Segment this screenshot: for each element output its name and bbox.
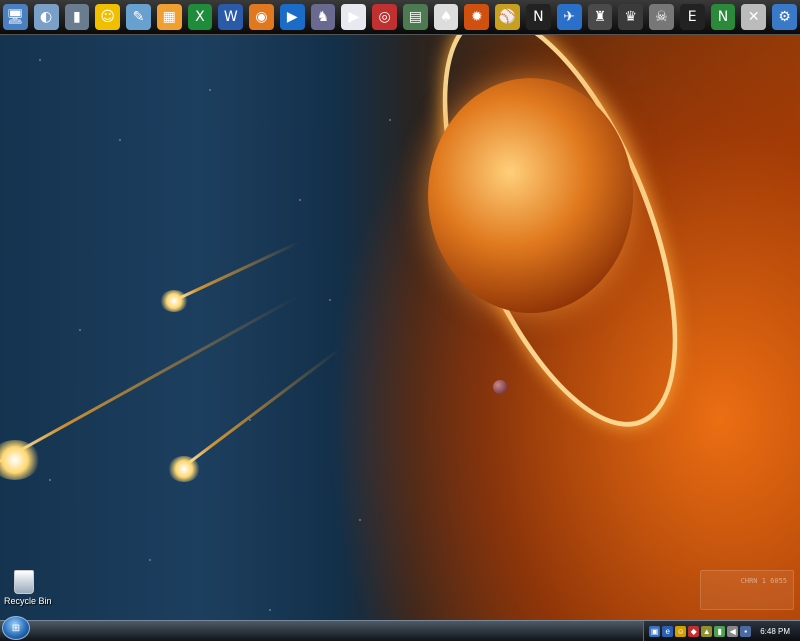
- sun-game-icon[interactable]: ✹: [464, 4, 490, 30]
- clock[interactable]: 6:48 PM: [760, 627, 790, 636]
- computer-icon[interactable]: 🖥: [3, 4, 28, 30]
- nascar-icon[interactable]: N: [526, 4, 551, 30]
- meteor-head: [168, 456, 200, 482]
- recycle-bin-shortcut[interactable]: Recycle Bin: [4, 570, 52, 606]
- gadget-text: CHRN 1 6055: [740, 577, 787, 585]
- recycle-bin-icon: [14, 570, 34, 594]
- settings-gear-icon[interactable]: ⚙: [772, 4, 797, 30]
- meteor-head: [160, 290, 188, 312]
- star-field: [0, 0, 800, 640]
- warhammer-icon[interactable]: ♛: [618, 4, 644, 30]
- messenger-icon[interactable]: ☺: [95, 4, 121, 30]
- sports-game-icon[interactable]: ⚾: [495, 4, 521, 30]
- quick-launch-toolbar: 🖥 ◐ ▮ ☺ ✎ ▦ X W ◉ ▶ ♞ ▶ ◎ ▤ ♠ ✹ ⚾ N ✈ ♜ ♛ ☠ E N ✕ ⚙: [0, 0, 800, 35]
- warcraft-icon[interactable]: ♞: [310, 4, 336, 30]
- windows-logo-icon: ⊞: [11, 622, 21, 634]
- taskbar: ⊞ ▣ e ☺ ◆ ▲ ▮ ◀ ▪ 6:48 PM: [0, 616, 800, 641]
- play-icon[interactable]: ▶: [341, 4, 367, 30]
- start-button[interactable]: ⊞: [2, 616, 30, 640]
- recycle-bin-label: Recycle Bin: [4, 596, 52, 606]
- ie-tray-icon[interactable]: e: [662, 625, 674, 637]
- system-tray: ▣ e ☺ ◆ ▲ ▮ ◀ ▪ 6:48 PM: [643, 621, 800, 641]
- network-tray-icon[interactable]: ▣: [649, 625, 661, 637]
- soldier-game-icon[interactable]: ♜: [587, 4, 613, 30]
- desktop-wallpaper: [0, 0, 800, 640]
- vista-tray-icon[interactable]: ◐: [33, 4, 59, 30]
- n64-emulator-icon[interactable]: N: [710, 4, 736, 30]
- firefox-icon[interactable]: ◉: [249, 4, 274, 30]
- security-tray-icon[interactable]: ▲: [701, 625, 713, 637]
- desktop-gadget[interactable]: CHRN 1 6055: [700, 570, 794, 610]
- flight-simulator-icon[interactable]: ✈: [556, 4, 582, 30]
- cd-burner-icon[interactable]: ◎: [372, 4, 397, 30]
- calendar-icon[interactable]: ▦: [156, 4, 182, 30]
- book-icon[interactable]: ▤: [402, 4, 428, 30]
- paint-icon[interactable]: ✎: [126, 4, 151, 30]
- word-icon[interactable]: W: [218, 4, 244, 30]
- skull-game-icon[interactable]: ☠: [649, 4, 674, 30]
- volume-tray-icon[interactable]: ◀: [727, 625, 739, 637]
- media-player-icon[interactable]: ▶: [279, 4, 305, 30]
- messenger-tray-icon[interactable]: ☺: [675, 625, 687, 637]
- battery-tray-icon[interactable]: ▮: [714, 625, 726, 637]
- pillar-icon[interactable]: ▮: [64, 4, 90, 30]
- display-tray-icon[interactable]: ▪: [740, 625, 752, 637]
- xbox-icon[interactable]: ✕: [741, 4, 767, 30]
- antivirus-tray-icon[interactable]: ◆: [688, 625, 700, 637]
- small-moon: [493, 380, 507, 394]
- excel-icon[interactable]: X: [187, 4, 213, 30]
- burning-planet: [428, 78, 633, 313]
- e-game-icon[interactable]: E: [679, 4, 705, 30]
- hat-icon[interactable]: ♠: [433, 4, 459, 30]
